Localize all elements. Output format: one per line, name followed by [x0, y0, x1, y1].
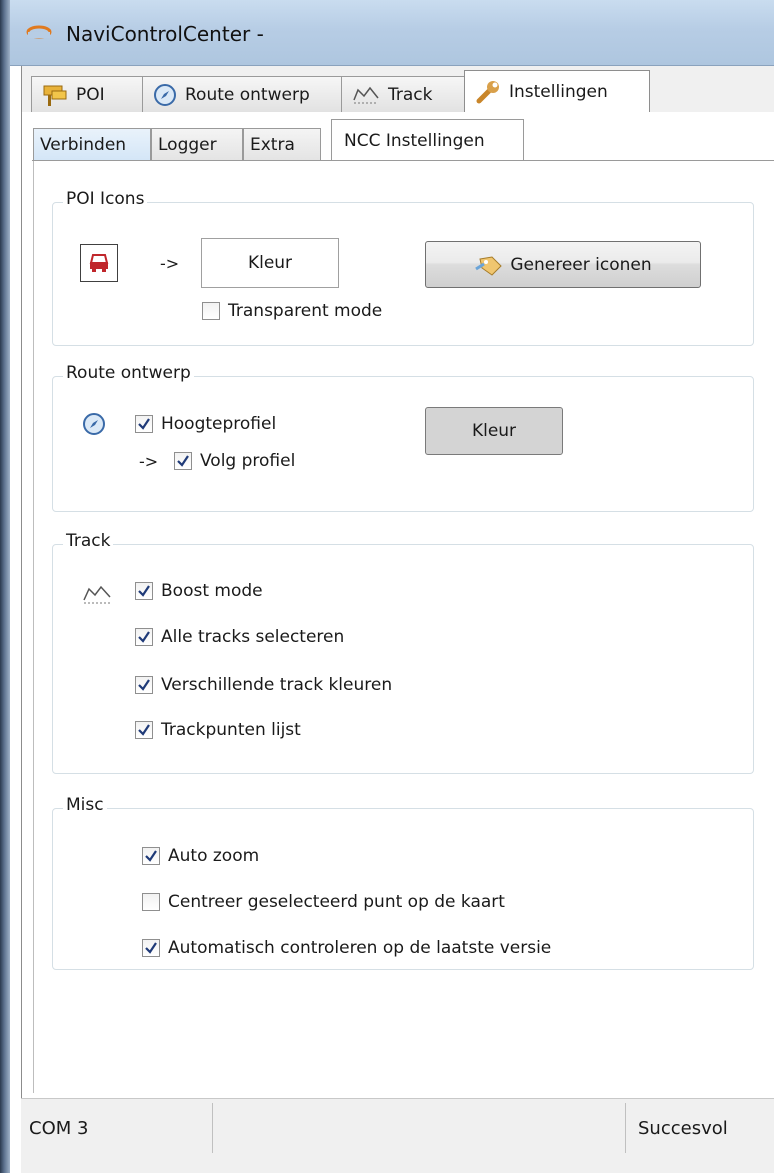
poi-sign-icon [43, 85, 67, 106]
transparent-mode-label: Transparent mode [228, 301, 383, 321]
status-port-text: COM 3 [29, 1117, 89, 1139]
tab-track-label: Track [388, 84, 433, 105]
checkbox-box [135, 628, 153, 646]
checkbox-box [174, 452, 192, 470]
checkbox-box [135, 582, 153, 600]
tab-route-ontwerp[interactable]: Route ontwerp [142, 76, 342, 112]
checkbox-box [202, 302, 220, 320]
window-frame-edge [0, 0, 10, 1173]
volg-profiel-checkbox[interactable]: Volg profiel [174, 451, 295, 471]
track-group-title: Track [63, 531, 114, 551]
checkbox-box [135, 676, 153, 694]
route-color-label: Kleur [471, 421, 517, 441]
auto-zoom-checkbox[interactable]: Auto zoom [142, 846, 259, 866]
poi-icons-group-title: POI Icons [63, 189, 148, 209]
auto-update-check-label: Automatisch controleren op de laatste ve… [168, 938, 552, 958]
checkmark-icon [138, 724, 150, 736]
checkmark-icon [138, 679, 150, 691]
hoogteprofiel-label: Hoogteprofiel [161, 414, 277, 434]
subtab-logger[interactable]: Logger [151, 128, 243, 160]
main-tab-strip: POI Route ontwerp Track Instellingen [21, 66, 774, 112]
tab-track[interactable]: Track [341, 76, 465, 112]
title-bar[interactable]: NaviControlCenter - [10, 0, 774, 66]
subtab-ncc-instellingen[interactable]: NCC Instellingen [331, 119, 524, 161]
checkbox-box [142, 893, 160, 911]
generate-icons-label: Genereer iconen [510, 254, 652, 275]
checkmark-icon [145, 850, 157, 862]
track-kleuren-checkbox[interactable]: Verschillende track kleuren [135, 675, 392, 695]
subtab-logger-label: Logger [158, 134, 217, 155]
poi-arrow: -> [160, 254, 180, 273]
route-ontwerp-group: Route ontwerp [52, 363, 754, 512]
subtab-extra-label: Extra [250, 134, 295, 155]
compass-icon [154, 83, 176, 106]
centreer-punt-label: Centreer geselecteerd punt op de kaart [168, 892, 505, 912]
tab-poi-label: POI [76, 84, 105, 105]
tab-instellingen-label: Instellingen [509, 81, 608, 102]
subtab-ncc-instellingen-label: NCC Instellingen [344, 130, 485, 151]
checkbox-box [135, 721, 153, 739]
tag-icon [475, 255, 503, 276]
wrench-icon [476, 80, 499, 103]
subtab-verbinden[interactable]: Verbinden [33, 128, 151, 160]
checkbox-box [142, 847, 160, 865]
track-icon [83, 585, 111, 604]
track-icon [353, 86, 379, 103]
checkmark-icon [177, 455, 189, 467]
generate-icons-button[interactable]: Genereer iconen [425, 241, 701, 288]
car-icon [89, 254, 109, 272]
volg-profiel-label: Volg profiel [200, 451, 296, 471]
checkmark-icon [138, 585, 150, 597]
boost-mode-checkbox[interactable]: Boost mode [135, 581, 263, 601]
tab-route-ontwerp-label: Route ontwerp [185, 84, 310, 105]
checkmark-icon [138, 631, 150, 643]
poi-icon-preview[interactable] [80, 244, 118, 282]
window-title: NaviControlCenter - [66, 22, 264, 46]
checkmark-icon [145, 942, 157, 954]
subtab-extra[interactable]: Extra [243, 128, 321, 160]
route-color-button[interactable]: Kleur [425, 407, 563, 455]
status-state-text: Succesvol [638, 1117, 728, 1139]
status-state: Succesvol [625, 1103, 774, 1153]
status-port: COM 3 [25, 1103, 213, 1153]
poi-color-box[interactable]: Kleur [201, 238, 339, 288]
compass-icon [83, 413, 105, 435]
transparent-mode-checkbox[interactable]: Transparent mode [202, 301, 382, 321]
alle-tracks-checkbox[interactable]: Alle tracks selecteren [135, 627, 344, 647]
trackpunten-checkbox[interactable]: Trackpunten lijst [135, 720, 301, 740]
trackpunten-label: Trackpunten lijst [161, 720, 301, 740]
checkbox-box [142, 939, 160, 957]
app-icon [26, 25, 52, 39]
tab-poi[interactable]: POI [31, 76, 143, 112]
poi-color-label: Kleur [247, 253, 293, 273]
subtab-verbinden-label: Verbinden [40, 134, 127, 155]
tab-instellingen[interactable]: Instellingen [464, 70, 650, 112]
centreer-punt-checkbox[interactable]: Centreer geselecteerd punt op de kaart [142, 892, 505, 912]
auto-update-check-checkbox[interactable]: Automatisch controleren op de laatste ve… [142, 938, 551, 958]
track-kleuren-label: Verschillende track kleuren [161, 675, 393, 695]
boost-mode-label: Boost mode [161, 581, 263, 601]
auto-zoom-label: Auto zoom [168, 846, 260, 866]
status-bar: COM 3 Succesvol [21, 1098, 774, 1173]
checkbox-box [135, 415, 153, 433]
misc-group-title: Misc [63, 795, 107, 815]
route-ontwerp-group-title: Route ontwerp [63, 363, 194, 383]
checkmark-icon [138, 418, 150, 430]
alle-tracks-label: Alle tracks selecteren [161, 627, 345, 647]
route-arrow: -> [139, 452, 159, 471]
hoogteprofiel-checkbox[interactable]: Hoogteprofiel [135, 414, 276, 434]
